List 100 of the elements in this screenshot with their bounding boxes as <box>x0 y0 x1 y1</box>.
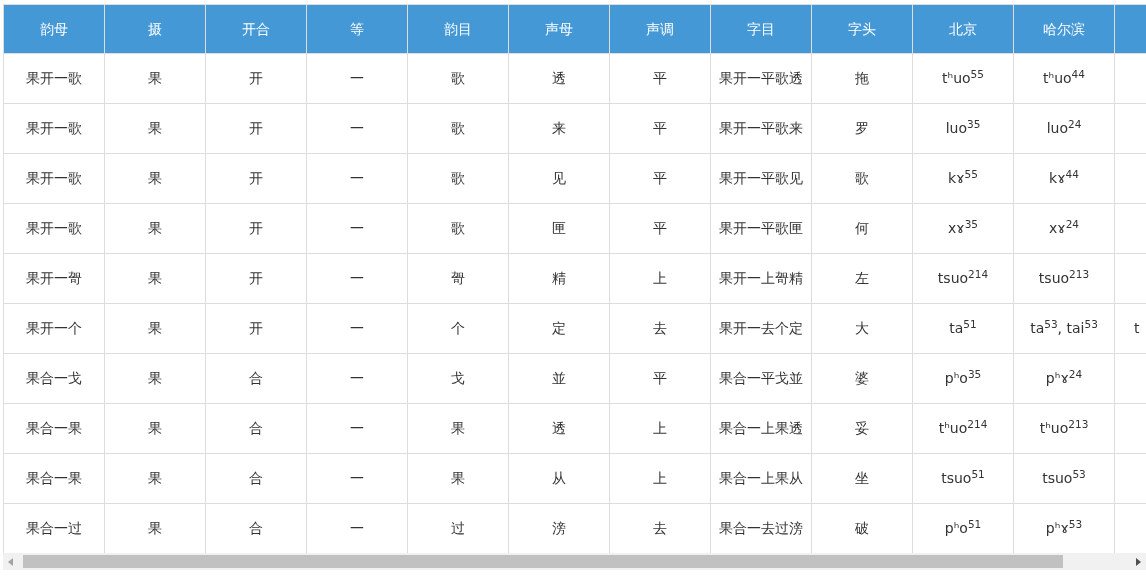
table-cell: 戈 <box>407 353 509 404</box>
table-cell: 开 <box>205 303 307 354</box>
table-cell: pʰo$^{35}$ <box>912 353 1014 404</box>
table-cell: 果开一平歌来 <box>710 103 812 154</box>
table-cell: 果开一歌 <box>3 153 105 204</box>
table-cell: 何 <box>811 203 913 254</box>
table-cell: 平 <box>609 103 711 154</box>
table-cell: kɤ$^{44}$ <box>1013 153 1115 204</box>
table-cell: 上 <box>609 253 711 304</box>
table-cell: 一 <box>306 53 408 104</box>
table-cell: 来 <box>508 103 610 154</box>
table-cell: 果开一歌 <box>3 203 105 254</box>
table-cell: 一 <box>306 203 408 254</box>
table-cell: 果 <box>104 203 206 254</box>
table-cell: 果开一上哿精 <box>710 253 812 304</box>
scroll-left-icon[interactable] <box>8 557 13 566</box>
table-cell: 一 <box>306 253 408 304</box>
table-cell: 开 <box>205 253 307 304</box>
table-cell: 果开一哿 <box>3 253 105 304</box>
table-cell: 果 <box>104 303 206 354</box>
column-header: 摄 <box>104 4 206 54</box>
table-cell: 歌 <box>407 203 509 254</box>
table-cell: 精 <box>508 253 610 304</box>
scrollbar-thumb[interactable] <box>23 555 1063 568</box>
table-cell: 果 <box>104 153 206 204</box>
table-cell: 平 <box>609 153 711 204</box>
table-cell: 果 <box>407 453 509 504</box>
table-cell: tʰuo$^{55}$ <box>912 53 1014 104</box>
table-cell: 合 <box>205 403 307 454</box>
table-cell: tʰuo$^{214}$ <box>912 403 1014 454</box>
table-cell: 见 <box>508 153 610 204</box>
table-cell: 果开一平歌透 <box>710 53 812 104</box>
table-cell: 开 <box>205 203 307 254</box>
table-cell: 果 <box>407 403 509 454</box>
table-cell: 歌 <box>407 153 509 204</box>
column-header: 北京 <box>912 4 1014 54</box>
table-cell: 果合一上果从 <box>710 453 812 504</box>
table-cell: 透 <box>508 53 610 104</box>
table-cell: 妥 <box>811 403 913 454</box>
table-cell: luo$^{24}$ <box>1013 103 1115 154</box>
table-cell: 果开一个 <box>3 303 105 354</box>
table-cell: tʰuo$^{44}$ <box>1013 53 1115 104</box>
table-cell: xɤ$^{35}$ <box>912 203 1014 254</box>
table-cell: ta$^{51}$ <box>912 303 1014 354</box>
table-cell: kɤ$^{55}$ <box>912 153 1014 204</box>
table-cell: 果 <box>104 353 206 404</box>
table-cell: 透 <box>508 403 610 454</box>
table-cell: 果开一歌 <box>3 53 105 104</box>
table-cell: 开 <box>205 53 307 104</box>
horizontal-scrollbar[interactable] <box>3 553 1146 570</box>
table-cell: 一 <box>306 103 408 154</box>
table-cell: 哿 <box>407 253 509 304</box>
column-header: 字头 <box>811 4 913 54</box>
column-header: 声母 <box>508 4 610 54</box>
table-cell: 果合一平戈並 <box>710 353 812 404</box>
table-cell: 匣 <box>508 203 610 254</box>
table-cell: 左 <box>811 253 913 304</box>
table-cell: 歌 <box>407 53 509 104</box>
table-cell: 一 <box>306 153 408 204</box>
table-cell: 果合一上果透 <box>710 403 812 454</box>
table-cell: 开 <box>205 153 307 204</box>
table-cell: 果 <box>104 53 206 104</box>
table-cell: tsuo$^{51}$ <box>912 453 1014 504</box>
table-cell: pʰɤ$^{24}$ <box>1013 353 1115 404</box>
table-cell: tsuo$^{214}$ <box>912 253 1014 304</box>
table-cell: xɤ$^{24}$ <box>1013 203 1115 254</box>
table-cell: 罗 <box>811 103 913 154</box>
table-cell: 果 <box>104 453 206 504</box>
table-cell: 一 <box>306 453 408 504</box>
table-cell: 坐 <box>811 453 913 504</box>
table-cell: 拖 <box>811 53 913 104</box>
table-cell: 果 <box>104 253 206 304</box>
column-header: 声调 <box>609 4 711 54</box>
table-cell: ta$^{53}$, tai$^{53}$ <box>1013 303 1115 354</box>
table-cell: 果开一去个定 <box>710 303 812 354</box>
table-cell: 果 <box>104 103 206 154</box>
column-header: 韵目 <box>407 4 509 54</box>
table-cell: 果合一果 <box>3 403 105 454</box>
table-cell: 一 <box>306 403 408 454</box>
column-header: 等 <box>306 4 408 54</box>
column-header: 开合 <box>205 4 307 54</box>
table-cell: 合 <box>205 353 307 404</box>
column-header: 韵母 <box>3 4 105 54</box>
table-cell: 从 <box>508 453 610 504</box>
table-cell: 去 <box>609 303 711 354</box>
table-cell: luo$^{35}$ <box>912 103 1014 154</box>
table-cell: tsuo$^{53}$ <box>1013 453 1115 504</box>
table-cell: 果 <box>104 403 206 454</box>
table-cell: 果开一歌 <box>3 103 105 154</box>
table-cell: 果开一平歌见 <box>710 153 812 204</box>
table-cell: 个 <box>407 303 509 354</box>
table-cell: 一 <box>306 353 408 404</box>
table-cell: tsuo$^{213}$ <box>1013 253 1115 304</box>
table-cell: 一 <box>306 303 408 354</box>
column-header: 哈尔滨 <box>1013 4 1115 54</box>
scroll-right-icon[interactable] <box>1136 557 1141 566</box>
table-cell: tʰuo$^{213}$ <box>1013 403 1115 454</box>
table-cell: 果开一平歌匣 <box>710 203 812 254</box>
table-cell: 上 <box>609 403 711 454</box>
table-cell: 平 <box>609 353 711 404</box>
